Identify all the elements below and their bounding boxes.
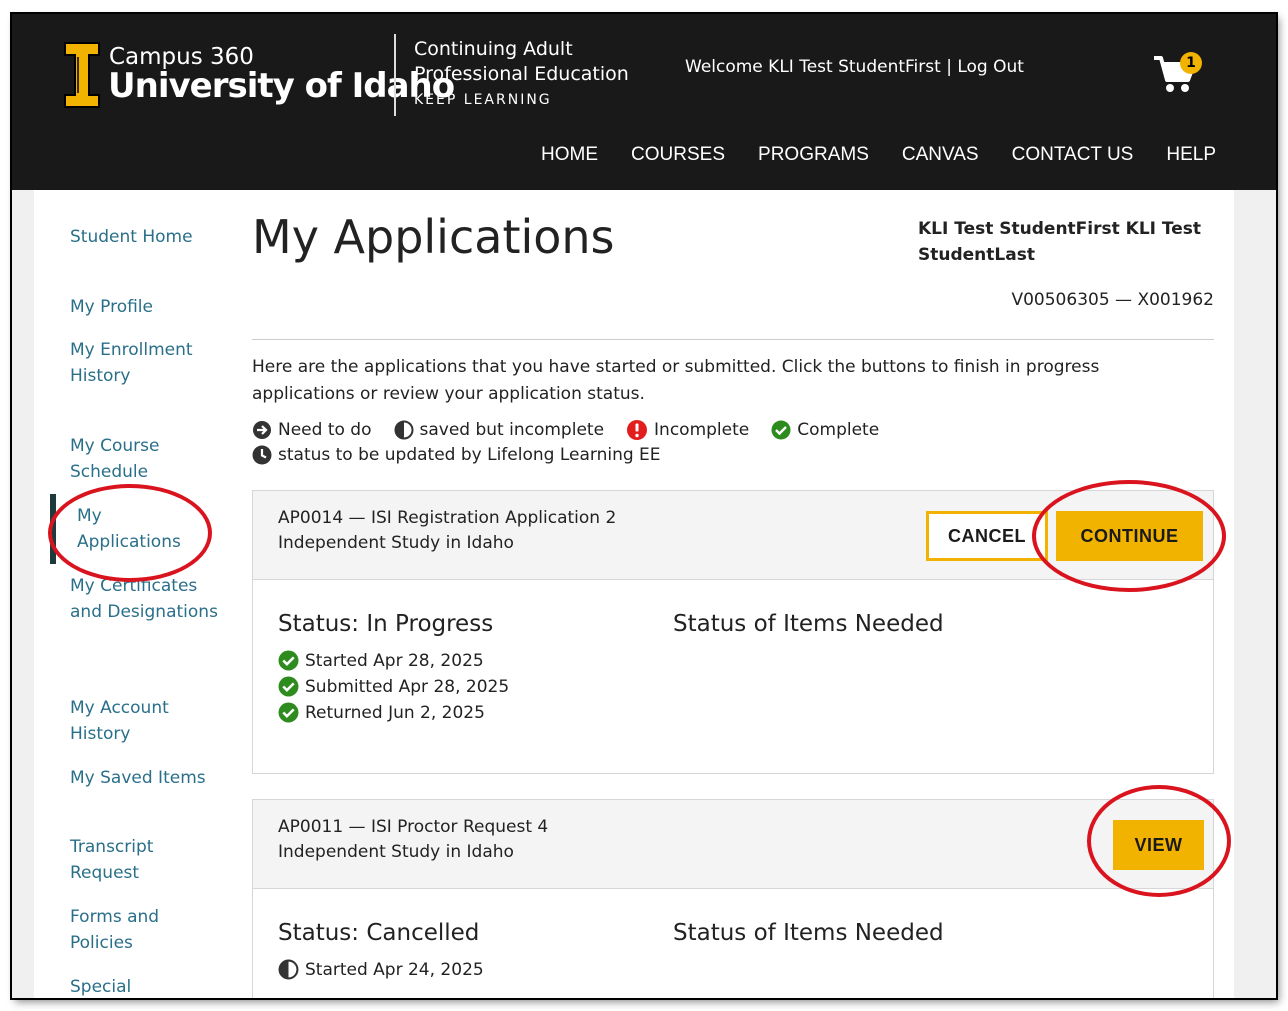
legend-status-updated: status to be updated by Lifelong Learnin… xyxy=(252,445,661,465)
main-nav: HOME COURSES PROGRAMS CANVAS CONTACT US … xyxy=(508,144,1216,166)
legend-complete-label: Complete xyxy=(797,420,880,440)
sidebar-item-certificates[interactable]: My Certificates and Designations xyxy=(70,573,220,625)
legend-saved-label: saved but incomplete xyxy=(419,420,605,440)
legend-status-updated-label: status to be updated by Lifelong Learnin… xyxy=(278,445,661,465)
half-circle-icon xyxy=(394,420,413,440)
sidebar-item-transcript-request[interactable]: Transcript Request xyxy=(70,834,200,886)
idaho-i-logo-icon xyxy=(64,42,100,108)
cape-keep-learning: KEEP LEARNING xyxy=(414,92,552,108)
application-subtitle: Independent Study in Idaho xyxy=(278,842,514,862)
right-edge-strip xyxy=(1234,190,1276,998)
history-submitted-text: Submitted Apr 28, 2025 xyxy=(305,676,510,697)
status-legend: Need to do saved but incomplete Incomple… xyxy=(252,419,901,441)
view-button[interactable]: VIEW xyxy=(1113,820,1204,870)
sidebar-item-account-history[interactable]: My Account History xyxy=(70,695,200,747)
arrow-right-circle-icon xyxy=(253,421,271,439)
sidebar-item-my-profile[interactable]: My Profile xyxy=(70,294,220,320)
sidebar-item-course-schedule[interactable]: My Course Schedule xyxy=(70,433,200,485)
legend-need-to-do: Need to do xyxy=(252,420,372,440)
history-started: Started Apr 28, 2025 xyxy=(278,650,484,671)
cape-line-1: Continuing Adult xyxy=(414,38,573,60)
welcome-text: Welcome KLI Test StudentFirst xyxy=(685,57,941,77)
legend-need-to-do-label: Need to do xyxy=(278,420,372,440)
logo-university-text: University of Idaho xyxy=(108,66,455,106)
items-needed-heading: Status of Items Needed xyxy=(673,611,944,637)
exclamation-circle-icon xyxy=(627,420,648,440)
logo-divider xyxy=(394,34,396,116)
history-started-text: Started Apr 28, 2025 xyxy=(305,650,484,671)
application-title: AP0014 — ISI Registration Application 2 xyxy=(278,508,617,528)
nav-programs[interactable]: PROGRAMS xyxy=(758,144,869,166)
legend-complete: Complete xyxy=(771,420,879,440)
welcome-bar: Welcome KLI Test StudentFirst | Log Out xyxy=(685,57,1024,77)
legend-saved: saved but incomplete xyxy=(394,420,605,440)
legend-incomplete: Incomplete xyxy=(626,419,749,441)
history-submitted: Submitted Apr 28, 2025 xyxy=(278,676,509,697)
sidebar-item-forms-policies[interactable]: Forms and Policies xyxy=(70,904,200,956)
history-returned: Returned Jun 2, 2025 xyxy=(278,702,485,723)
application-card: AP0011 — ISI Proctor Request 4 Independe… xyxy=(252,799,1214,998)
intro-text: Here are the applications that you have … xyxy=(252,357,1100,404)
check-circle-icon xyxy=(278,676,299,697)
half-circle-icon xyxy=(278,959,299,980)
page-frame: Campus 360 University of Idaho Continuin… xyxy=(12,14,1276,998)
application-card-header: AP0014 — ISI Registration Application 2 … xyxy=(253,491,1213,580)
cancel-button[interactable]: CANCEL xyxy=(926,511,1048,561)
sidebar-item-student-home[interactable]: Student Home xyxy=(70,224,220,250)
nav-courses[interactable]: COURSES xyxy=(631,144,725,166)
application-card: AP0014 — ISI Registration Application 2 … xyxy=(252,490,1214,774)
page-title: My Applications xyxy=(252,210,615,264)
sidebar-item-enrollment-history[interactable]: My Enrollment History xyxy=(70,337,220,389)
nav-canvas[interactable]: CANVAS xyxy=(902,144,979,166)
continue-button[interactable]: CONTINUE xyxy=(1056,511,1203,561)
logout-link[interactable]: Log Out xyxy=(957,57,1024,77)
divider xyxy=(252,339,1214,340)
history-returned-text: Returned Jun 2, 2025 xyxy=(305,702,485,723)
legend-incomplete-label: Incomplete xyxy=(654,420,750,440)
history-started: Started Apr 24, 2025 xyxy=(278,959,484,980)
check-circle-icon xyxy=(278,650,299,671)
site-header: Campus 360 University of Idaho Continuin… xyxy=(12,14,1276,190)
left-edge-strip xyxy=(12,190,34,998)
sidebar-active-indicator xyxy=(50,494,56,564)
application-status: Status: Cancelled xyxy=(278,920,480,946)
clock-icon xyxy=(252,445,272,465)
status-legend-row-2: status to be updated by Lifelong Learnin… xyxy=(252,445,683,465)
check-circle-icon xyxy=(771,420,791,440)
items-needed-heading: Status of Items Needed xyxy=(673,920,944,946)
sidebar-item-my-applications[interactable]: My Applications xyxy=(77,503,202,555)
application-title: AP0011 — ISI Proctor Request 4 xyxy=(278,817,549,837)
history-started-text: Started Apr 24, 2025 xyxy=(305,959,484,980)
sidebar-item-saved-items[interactable]: My Saved Items xyxy=(70,765,230,791)
nav-home[interactable]: HOME xyxy=(541,144,598,166)
sidebar-item-special[interactable]: Special xyxy=(70,974,200,998)
application-status: Status: In Progress xyxy=(278,611,494,637)
check-circle-icon xyxy=(278,702,299,723)
nav-help[interactable]: HELP xyxy=(1166,144,1216,166)
student-name: KLI Test StudentFirst KLI Test StudentLa… xyxy=(918,219,1202,265)
cart-count-badge: 1 xyxy=(1180,52,1202,74)
nav-contact-us[interactable]: CONTACT US xyxy=(1012,144,1134,166)
welcome-separator: | xyxy=(946,57,952,77)
student-ids: V00506305 — X001962 xyxy=(1011,290,1214,310)
application-card-header: AP0011 — ISI Proctor Request 4 Independe… xyxy=(253,800,1213,889)
application-subtitle: Independent Study in Idaho xyxy=(278,533,514,553)
cape-line-2: Professional Education xyxy=(414,63,629,85)
